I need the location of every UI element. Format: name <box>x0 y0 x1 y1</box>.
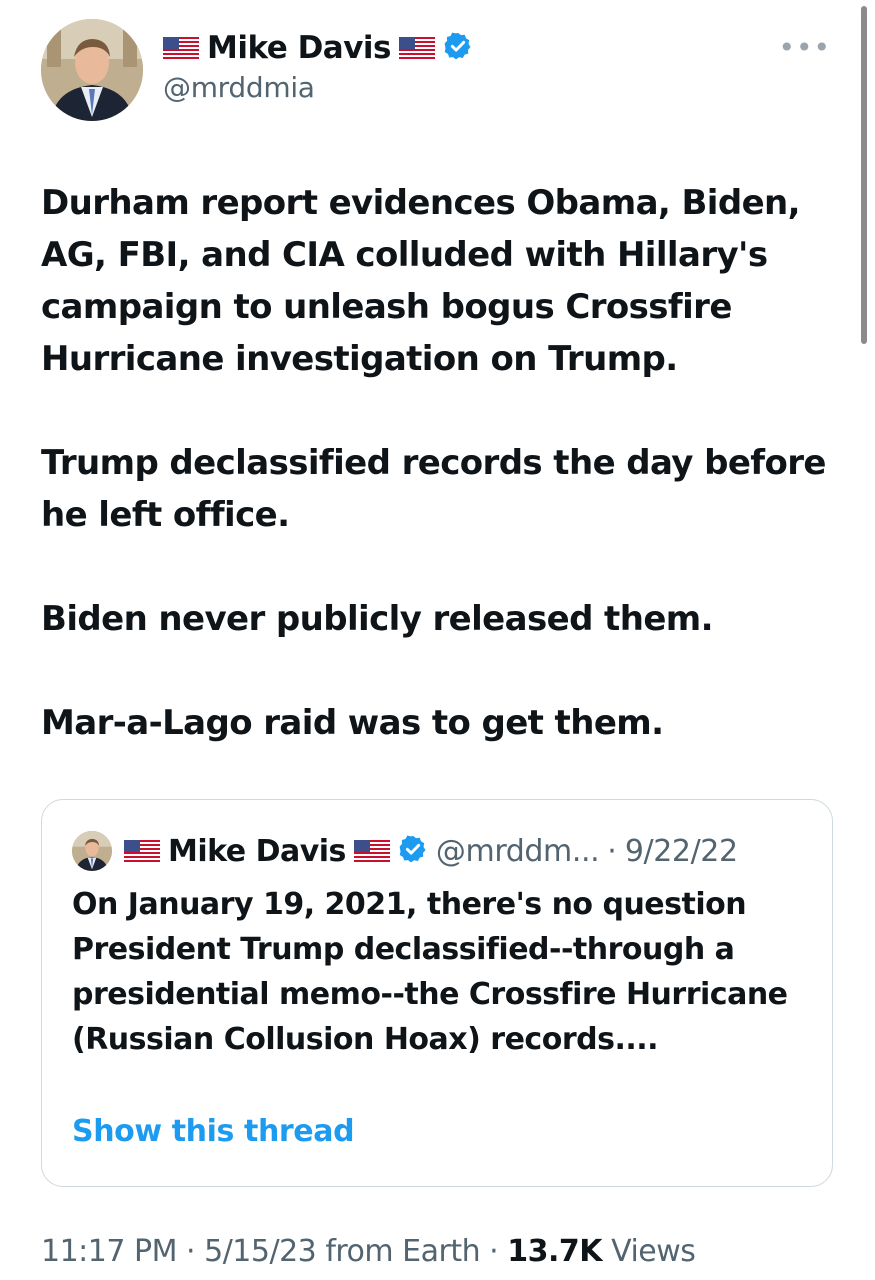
quoted-tweet-header: Mike Davis @mrddm... · 9/22/22 <box>72 830 738 872</box>
separator-dot: · <box>489 1234 499 1269</box>
separator-dot: · <box>607 833 617 869</box>
tweet-paragraph: Mar-a-Lago raid was to get them. <box>41 703 664 743</box>
tweet-text: Durham report evidences Obama, Biden, AG… <box>41 177 841 749</box>
us-flag-icon <box>353 840 390 862</box>
us-flag-icon <box>124 840 160 862</box>
tweet-metadata: 11:17 PM · 5/15/23 from Earth · 13.7K Vi… <box>41 1234 696 1269</box>
separator-dot: · <box>186 1234 196 1269</box>
show-thread-link[interactable]: Show this thread <box>72 1114 355 1149</box>
scrollbar[interactable] <box>861 6 867 344</box>
us-flag-icon <box>163 37 199 59</box>
tweet-paragraph: Biden never publicly released them. <box>41 599 714 639</box>
verified-badge-icon <box>443 31 473 65</box>
tweet-source: from Earth <box>325 1234 481 1269</box>
quoted-tweet-text: On January 19, 2021, there's no question… <box>72 887 788 1057</box>
tweet-time[interactable]: 11:17 PM <box>41 1234 177 1269</box>
us-flag-icon <box>399 37 436 59</box>
quoted-author-handle: @mrddm... <box>435 833 600 869</box>
author-name-row[interactable]: Mike Davis <box>163 27 473 69</box>
views-label[interactable]: Views <box>611 1234 696 1269</box>
tweet-date[interactable]: 5/15/23 <box>204 1234 317 1269</box>
quoted-author-name: Mike Davis <box>168 833 346 869</box>
quoted-tweet-date: 9/22/22 <box>624 833 738 869</box>
more-options-icon[interactable]: ••• <box>778 34 831 62</box>
author-name[interactable]: Mike Davis <box>207 30 392 66</box>
tweet-header: Mike Davis @mrddmia ••• <box>41 19 841 123</box>
quoted-tweet-card[interactable]: Mike Davis @mrddm... · 9/22/22 On Januar… <box>41 799 833 1187</box>
views-count[interactable]: 13.7K <box>507 1234 602 1269</box>
author-handle[interactable]: @mrddmia <box>163 71 315 104</box>
verified-badge-icon <box>398 834 428 868</box>
tweet-paragraph: Trump declassified records the day befor… <box>41 443 826 535</box>
quoted-author-avatar <box>72 831 112 871</box>
tweet-paragraph: Durham report evidences Obama, Biden, AG… <box>41 183 801 379</box>
author-avatar[interactable] <box>41 19 143 121</box>
